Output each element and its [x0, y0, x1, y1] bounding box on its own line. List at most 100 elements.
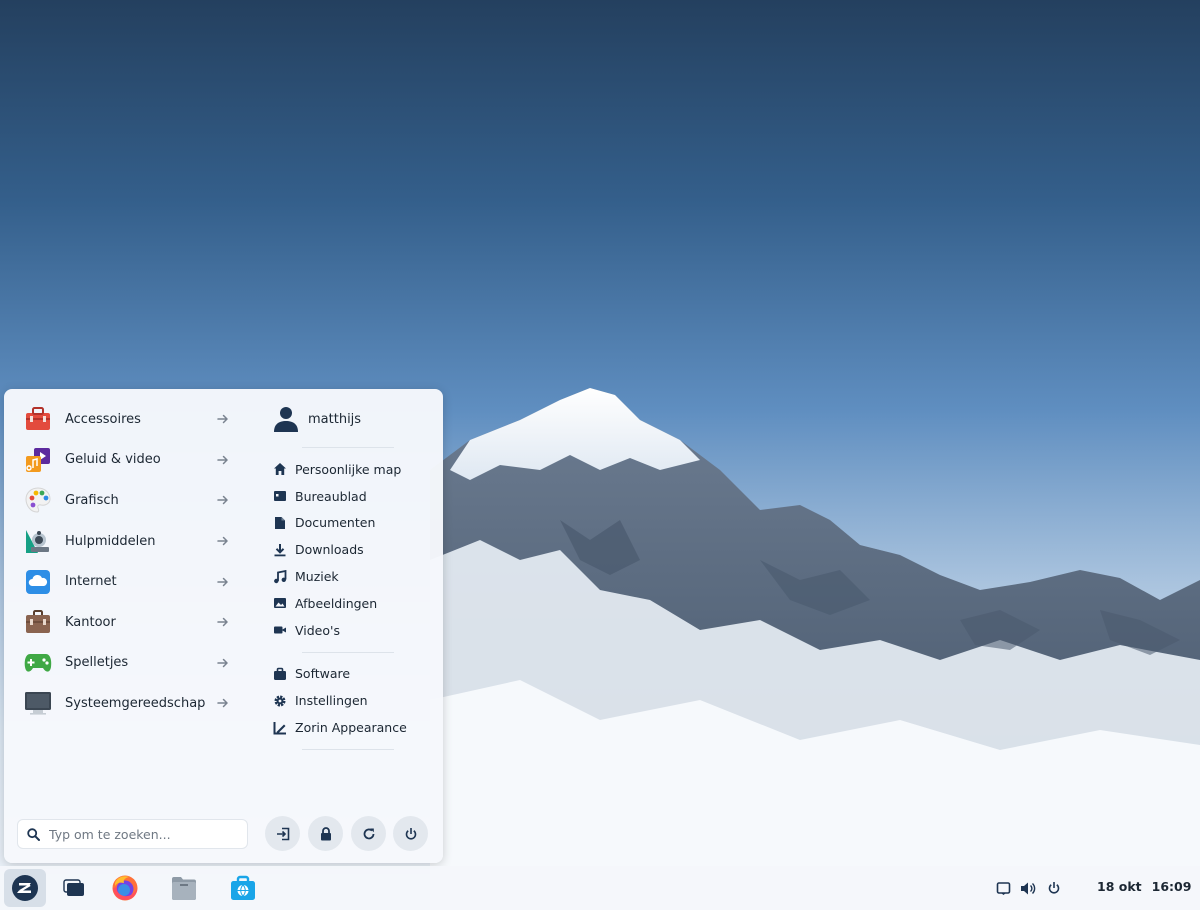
- firefox-icon: [112, 875, 138, 901]
- files-icon: [172, 877, 196, 900]
- arrow-right-icon: [217, 455, 228, 465]
- category-label: Accessoires: [65, 411, 141, 427]
- place-label: Bureaublad: [295, 488, 367, 504]
- briefcase-icon: [24, 608, 52, 636]
- software-store-button[interactable]: [222, 869, 264, 907]
- place-downloads[interactable]: Downloads: [266, 536, 436, 563]
- place-label: Documenten: [295, 515, 376, 531]
- software-bag-icon: [272, 666, 287, 681]
- logout-button[interactable]: [265, 816, 300, 851]
- arrow-right-icon: [217, 577, 228, 586]
- system-software[interactable]: Software: [266, 661, 436, 688]
- appearance-icon: [272, 720, 287, 735]
- clock[interactable]: 18 okt 16:09: [1097, 879, 1191, 894]
- power-button[interactable]: [393, 816, 428, 851]
- download-icon: [272, 542, 287, 557]
- notifications-icon: [996, 881, 1010, 895]
- power-icon: [405, 827, 416, 840]
- accessibility-icon: [24, 527, 52, 555]
- category-systeemgereedschap[interactable]: Systeemgereedschap: [16, 683, 236, 724]
- settings-gear-icon: [272, 693, 287, 708]
- separator: [302, 651, 394, 653]
- image-icon: [272, 596, 287, 611]
- logout-icon: [276, 827, 289, 840]
- restart-button[interactable]: [351, 816, 386, 851]
- place-afbeeldingen[interactable]: Afbeeldingen: [266, 590, 436, 617]
- lock-button[interactable]: [308, 816, 343, 851]
- workspaces-button[interactable]: [53, 869, 95, 907]
- arrow-right-icon: [217, 658, 228, 668]
- place-label: Afbeeldingen: [295, 595, 378, 611]
- volume-icon: [1021, 882, 1036, 894]
- arrow-right-icon: [217, 618, 228, 627]
- arrow-right-icon: [217, 536, 228, 546]
- palette-icon: [24, 486, 52, 514]
- category-label: Systeemgereedschap: [65, 695, 206, 711]
- clock-time: 16:09: [1151, 879, 1192, 894]
- place-label: Software: [295, 666, 351, 682]
- taskbar: 18 okt 16:09: [0, 866, 1200, 910]
- toolbox-icon: [24, 405, 52, 433]
- search-icon: [27, 827, 40, 841]
- place-label: Muziek: [295, 569, 339, 585]
- place-persoonlijke-map[interactable]: Persoonlijke map: [266, 456, 436, 483]
- place-documenten[interactable]: Documenten: [266, 510, 436, 537]
- zorin-menu-icon: [12, 875, 38, 901]
- category-label: Internet: [65, 574, 117, 590]
- cloud-icon: [24, 568, 52, 596]
- arrow-right-icon: [217, 699, 228, 708]
- category-label: Hulpmiddelen: [65, 533, 156, 549]
- place-muziek[interactable]: Muziek: [266, 563, 436, 590]
- place-videos[interactable]: Video's: [266, 617, 436, 644]
- firefox-button[interactable]: [104, 869, 146, 907]
- application-menu: Accessoires Geluid & video Grafisch Hulp…: [4, 389, 443, 863]
- gamepad-icon: [24, 649, 52, 677]
- category-internet[interactable]: Internet: [16, 561, 236, 602]
- search-box[interactable]: [17, 819, 248, 849]
- category-geluid-video[interactable]: Geluid & video: [16, 440, 236, 481]
- lock-icon: [320, 826, 331, 840]
- system-instellingen[interactable]: Instellingen: [266, 687, 436, 714]
- restart-icon: [363, 828, 374, 839]
- place-label: Persoonlijke map: [295, 461, 402, 477]
- search-input[interactable]: [47, 825, 231, 843]
- system-zorin-appearance[interactable]: Zorin Appearance: [266, 714, 436, 741]
- category-kantoor[interactable]: Kantoor: [16, 602, 236, 643]
- category-label: Kantoor: [65, 614, 116, 630]
- monitor-icon: [24, 689, 52, 717]
- arrow-right-icon: [217, 415, 228, 424]
- volume-tray-button[interactable]: [1019, 879, 1037, 897]
- notifications-tray-button[interactable]: [994, 879, 1012, 897]
- place-label: Downloads: [295, 542, 364, 558]
- multimedia-icon: [24, 446, 52, 474]
- power-icon: [1048, 882, 1060, 894]
- category-label: Spelletjes: [65, 655, 129, 671]
- user-name: matthijs: [308, 411, 362, 427]
- category-label: Grafisch: [65, 492, 119, 508]
- workspaces-icon: [63, 879, 84, 896]
- place-label: Zorin Appearance: [295, 720, 407, 736]
- software-store-icon: [231, 875, 255, 900]
- category-list: Accessoires Geluid & video Grafisch Hulp…: [16, 399, 236, 724]
- user-account[interactable]: matthijs: [266, 399, 436, 439]
- document-icon: [272, 515, 287, 530]
- music-icon: [272, 569, 287, 584]
- video-icon: [272, 623, 287, 638]
- zorin-menu-button[interactable]: [4, 869, 46, 907]
- place-label: Video's: [295, 622, 340, 638]
- places-column: matthijs Persoonlijke map Bureaublad Doc…: [266, 399, 436, 758]
- user-avatar-icon: [274, 407, 298, 432]
- separator: [302, 447, 394, 448]
- separator: [302, 748, 394, 750]
- category-spelletjes[interactable]: Spelletjes: [16, 643, 236, 684]
- clock-date: 18 okt: [1097, 879, 1142, 894]
- category-hulpmiddelen[interactable]: Hulpmiddelen: [16, 521, 236, 562]
- power-tray-button[interactable]: [1045, 879, 1063, 897]
- files-button[interactable]: [163, 869, 205, 907]
- arrow-right-icon: [217, 496, 228, 505]
- home-icon: [272, 462, 287, 477]
- place-bureaublad[interactable]: Bureaublad: [266, 483, 436, 510]
- category-grafisch[interactable]: Grafisch: [16, 480, 236, 521]
- desktop: Accessoires Geluid & video Grafisch Hulp…: [0, 0, 1200, 910]
- category-accessoires[interactable]: Accessoires: [16, 399, 236, 440]
